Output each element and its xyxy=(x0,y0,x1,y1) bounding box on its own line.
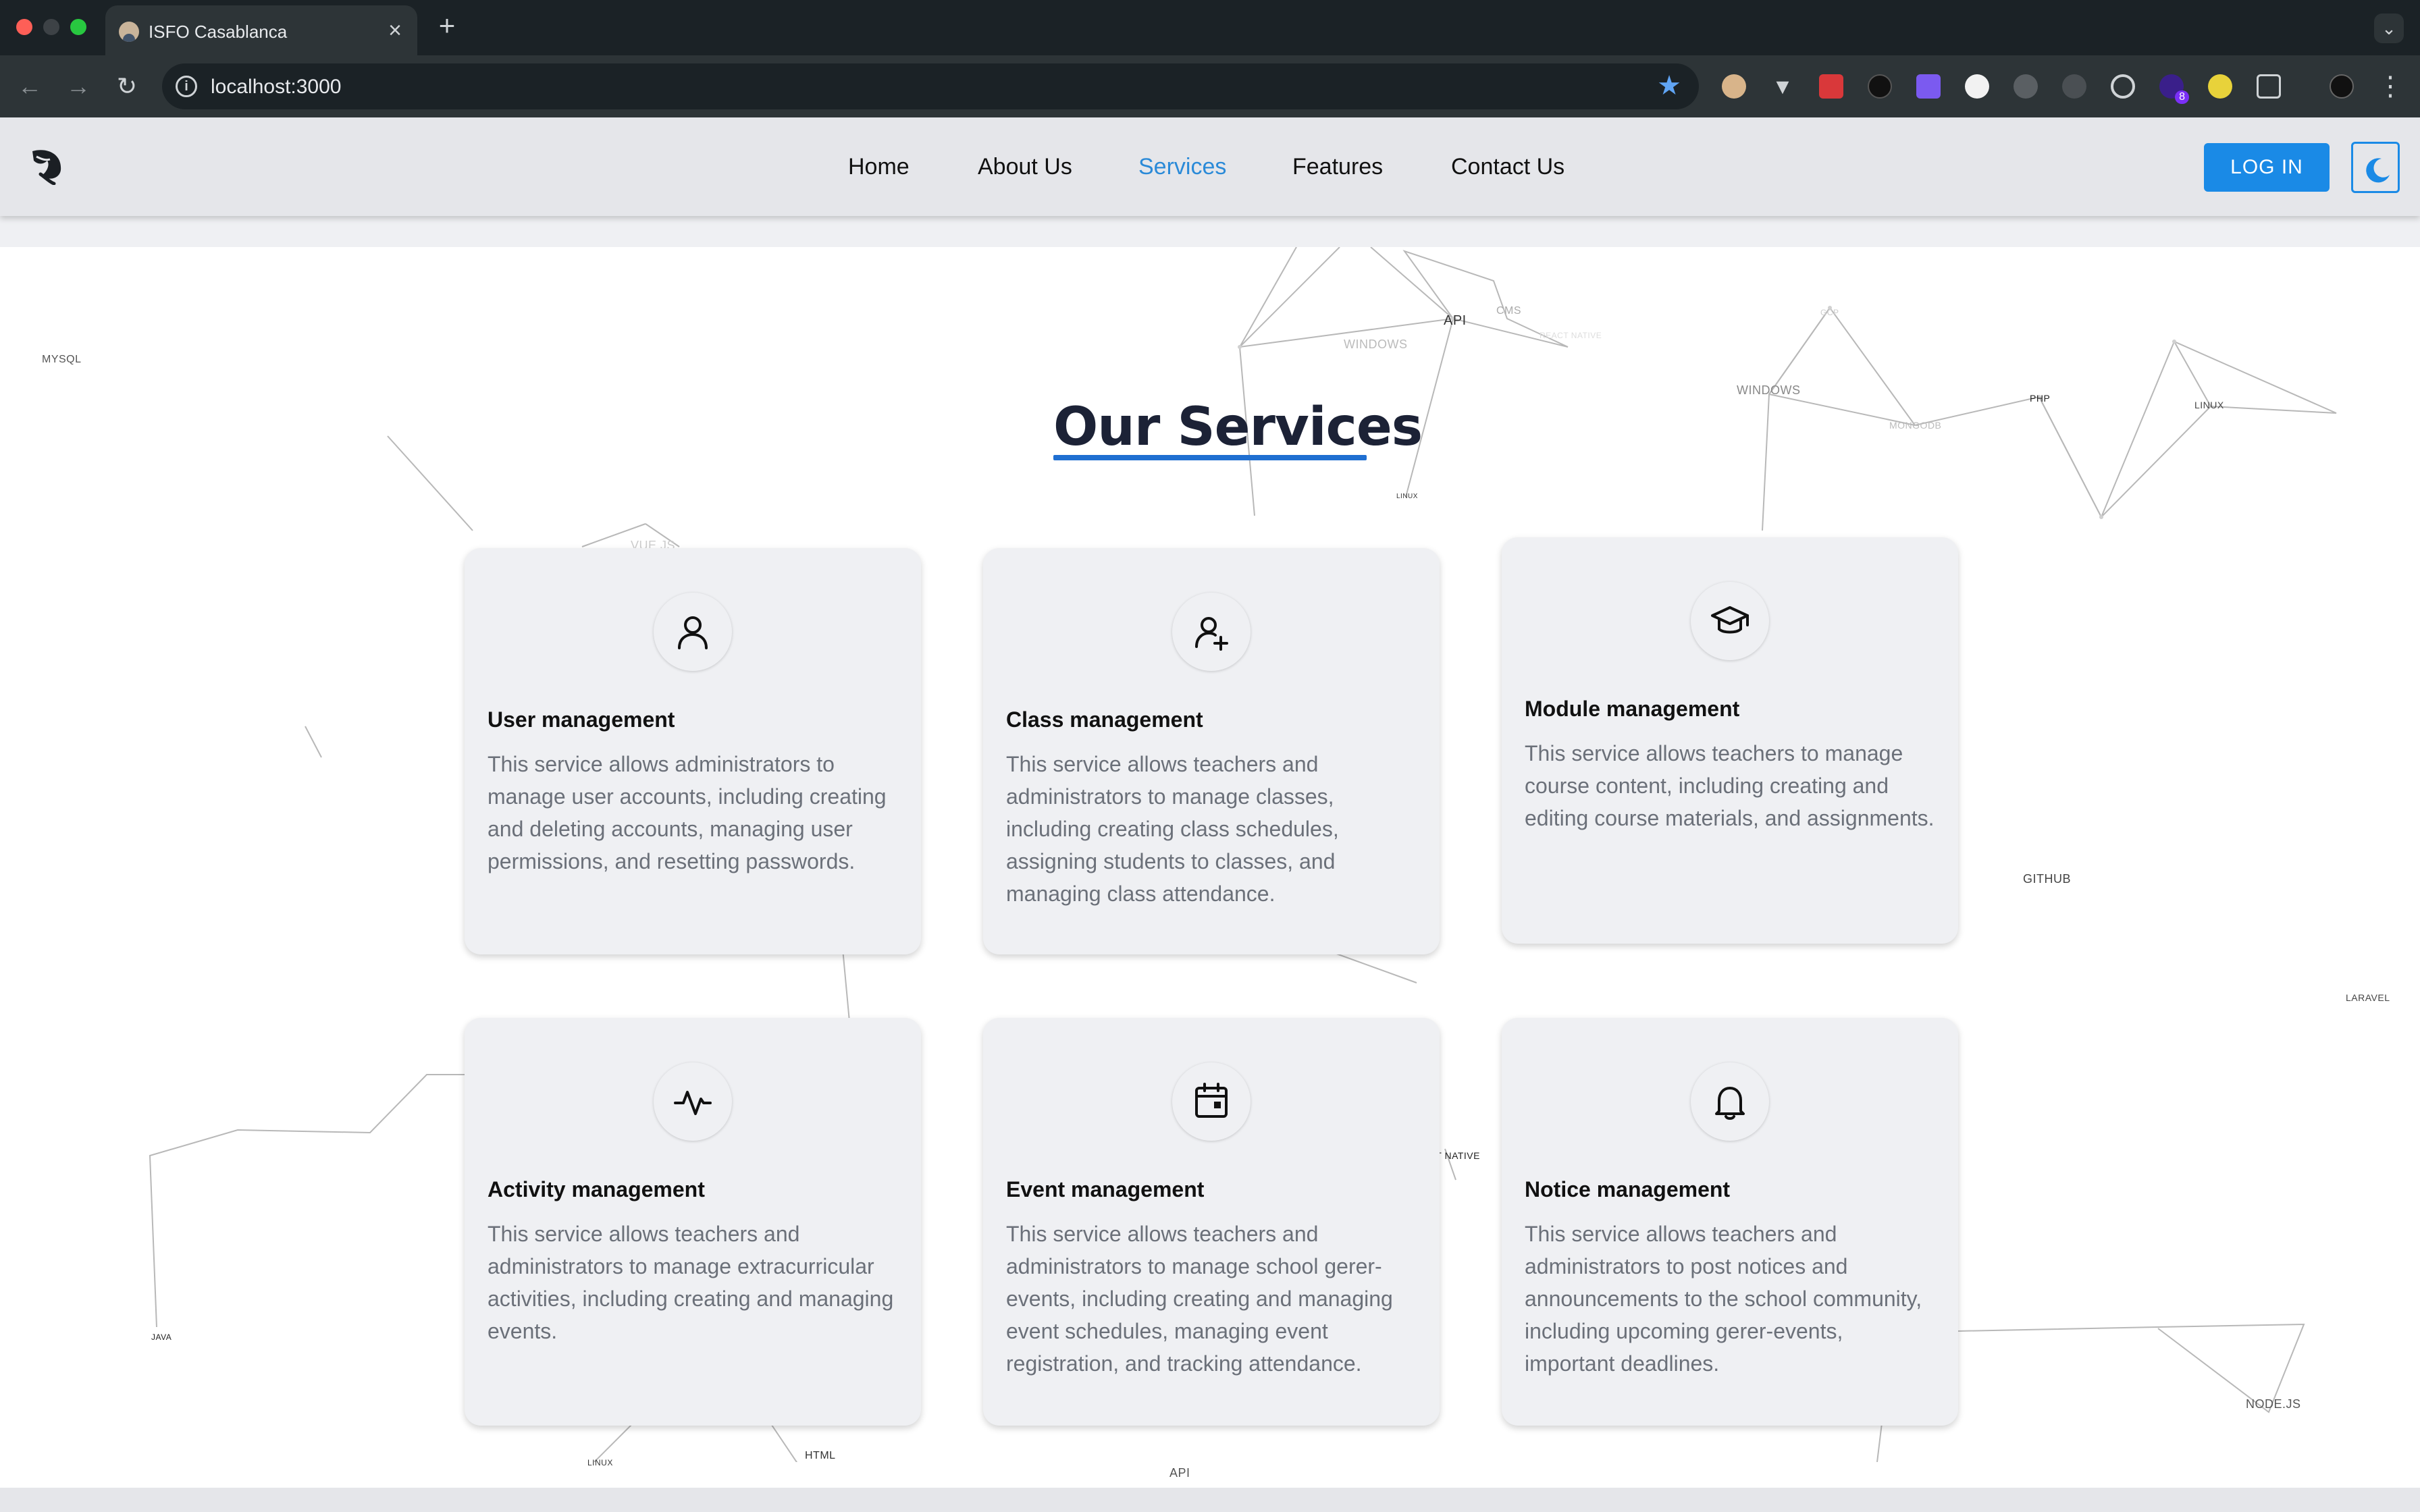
card-description: This service allows administrators to ma… xyxy=(488,752,887,873)
card-description: This service allows teachers and adminis… xyxy=(1006,752,1339,906)
network-label: NODE.JS xyxy=(2246,1397,2301,1411)
extension-target-icon[interactable] xyxy=(2111,74,2135,99)
network-label: REACT NATIVE xyxy=(1540,331,1602,340)
card-description: This service allows teachers and adminis… xyxy=(1006,1222,1393,1376)
network-label: LINUX xyxy=(2194,400,2224,410)
tab-title: ISFO Casablanca xyxy=(149,22,288,42)
user-add-icon xyxy=(1172,593,1251,671)
bell-icon xyxy=(1691,1062,1769,1141)
nav-features[interactable]: Features xyxy=(1292,154,1383,180)
network-label: LINUX xyxy=(587,1458,613,1467)
network-label: WINDOWS xyxy=(1344,338,1408,351)
header-spacer xyxy=(0,216,2420,247)
nav-services[interactable]: Services xyxy=(1138,154,1226,180)
service-card-notice-management[interactable]: Notice management This service allows te… xyxy=(1502,1018,1958,1426)
network-label: LARAVEL xyxy=(2346,992,2390,1003)
maximize-window-button[interactable] xyxy=(70,19,86,35)
activity-icon xyxy=(654,1062,732,1141)
browser-tabstrip: ISFO Casablanca × + ⌄ xyxy=(0,0,2420,55)
card-title: Module management xyxy=(1525,697,1740,721)
forward-arrow-icon[interactable]: → xyxy=(62,70,95,103)
extension-badge: 8 xyxy=(2175,90,2189,104)
extension-icon[interactable] xyxy=(1916,74,1941,99)
browser-toolbar: ← → ↻ i localhost:3000 ★ ▼ 8 ⋮ xyxy=(0,55,2420,117)
network-label: CMS xyxy=(1496,305,1522,317)
new-tab-button[interactable]: + xyxy=(432,11,462,40)
network-label: MONGODB xyxy=(1889,420,1942,431)
extension-icon[interactable] xyxy=(2014,74,2038,99)
browser-menu-icon[interactable]: ⋮ xyxy=(2377,72,2404,101)
tab-favicon-icon xyxy=(119,22,139,42)
minimize-window-button[interactable] xyxy=(43,19,59,35)
tab-close-button[interactable]: × xyxy=(382,18,408,43)
extension-recycle-icon[interactable] xyxy=(2062,74,2086,99)
theme-toggle-button[interactable] xyxy=(2351,142,2400,193)
network-label: API xyxy=(1444,313,1467,328)
user-icon xyxy=(654,593,732,671)
browser-tab[interactable]: ISFO Casablanca × xyxy=(105,5,417,55)
graduation-cap-icon xyxy=(1691,582,1769,660)
footer-edge xyxy=(0,1488,2420,1512)
extension-icon[interactable] xyxy=(1819,74,1843,99)
network-label: HTML xyxy=(805,1450,836,1461)
address-bar[interactable]: i localhost:3000 ★ xyxy=(162,63,1699,109)
service-card-module-management[interactable]: Module management This service allows te… xyxy=(1502,537,1958,944)
card-description: This service allows teachers and adminis… xyxy=(1525,1222,1922,1376)
bookmark-star-icon[interactable]: ★ xyxy=(1657,70,1681,101)
service-card-class-management[interactable]: Class management This service allows tea… xyxy=(983,548,1440,954)
heading-underline xyxy=(1053,455,1367,460)
site-header: Home About Us Services Features Contact … xyxy=(0,117,2420,216)
nav-home[interactable]: Home xyxy=(848,154,910,180)
service-card-event-management[interactable]: Event management This service allows tea… xyxy=(983,1018,1440,1426)
webpage: Home About Us Services Features Contact … xyxy=(0,117,2420,1512)
nav-contact-us[interactable]: Contact Us xyxy=(1451,154,1564,180)
tab-search-chevron-icon[interactable]: ⌄ xyxy=(2374,14,2404,43)
login-button[interactable]: LOG IN xyxy=(2204,143,2330,192)
card-title: Event management xyxy=(1006,1177,1205,1202)
network-label: GITHUB xyxy=(2023,872,2072,886)
services-heading: Our Services xyxy=(1053,397,1423,458)
profile-avatar[interactable] xyxy=(2330,74,2354,99)
reload-icon[interactable]: ↻ xyxy=(111,70,143,103)
extension-icon[interactable] xyxy=(1722,74,1746,99)
extension-vue-icon[interactable]: ▼ xyxy=(1770,74,1795,99)
extension-icon[interactable] xyxy=(1868,74,1892,99)
back-arrow-icon[interactable]: ← xyxy=(14,70,46,103)
network-label: JAVA xyxy=(151,1332,172,1342)
card-title: Class management xyxy=(1006,707,1203,732)
network-label: MYSQL xyxy=(42,354,82,365)
network-label: GCP xyxy=(1820,308,1839,317)
network-label: API xyxy=(1169,1466,1190,1480)
extension-icon[interactable] xyxy=(1965,74,1989,99)
site-info-icon[interactable]: i xyxy=(176,76,197,97)
card-description: This service allows teachers to manage c… xyxy=(1525,741,1935,830)
extension-icon[interactable] xyxy=(2208,74,2232,99)
moon-icon xyxy=(2366,158,2390,183)
card-description: This service allows teachers and adminis… xyxy=(488,1222,894,1343)
network-label: WINDOWS xyxy=(1737,383,1801,397)
url-text[interactable]: localhost:3000 xyxy=(211,76,341,99)
card-title: User management xyxy=(488,707,675,732)
network-label: PHP xyxy=(2030,393,2051,404)
network-label: LINUX xyxy=(1396,493,1418,500)
nav-about-us[interactable]: About Us xyxy=(978,154,1072,180)
service-card-activity-management[interactable]: Activity management This service allows … xyxy=(465,1018,921,1426)
extensions-puzzle-icon[interactable] xyxy=(2257,74,2281,99)
card-title: Notice management xyxy=(1525,1177,1731,1202)
calendar-icon xyxy=(1172,1062,1251,1141)
extension-icon[interactable]: 8 xyxy=(2159,74,2189,104)
card-title: Activity management xyxy=(488,1177,705,1202)
close-window-button[interactable] xyxy=(16,19,32,35)
leaf-logo-icon[interactable] xyxy=(27,144,68,185)
service-card-user-management[interactable]: User management This service allows admi… xyxy=(465,548,921,954)
